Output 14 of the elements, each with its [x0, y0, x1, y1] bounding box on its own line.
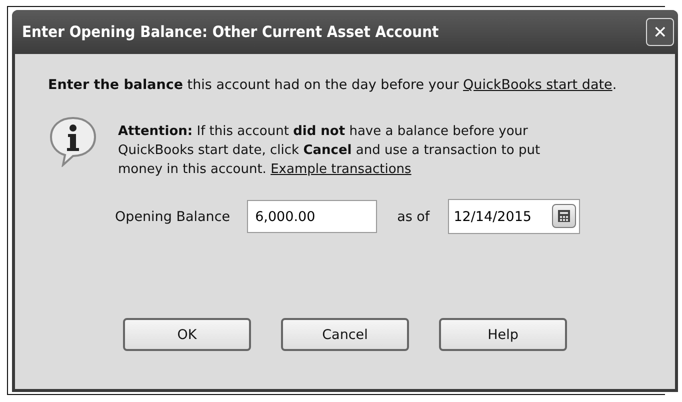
attention-text: Attention: If this account did not have a balance before your QuickBooks start date, click Cancel and use a transaction to put money in this account. Example transactions [118, 123, 542, 179]
start-date-link[interactable]: QuickBooks start date [463, 77, 612, 93]
example-link[interactable]: Example transactions [270, 162, 412, 177]
info-icon [48, 115, 98, 167]
close-button[interactable]: ✕ [646, 18, 674, 46]
field-label: as of [397, 208, 430, 224]
calendar-icon[interactable] [552, 204, 576, 228]
dialog-button[interactable]: Cancel [281, 318, 409, 351]
dialog-button[interactable]: OK [123, 318, 251, 351]
window-title: Enter Opening Balance: Other Current Asset Account [22, 23, 439, 41]
field-label: Opening Balance [115, 208, 230, 224]
dialog-button[interactable]: Help [439, 318, 567, 351]
instruction-text: Enter the balance this account had on the day before your QuickBooks start date. [48, 77, 618, 93]
balance-field[interactable]: 6,000.00 [247, 200, 378, 233]
